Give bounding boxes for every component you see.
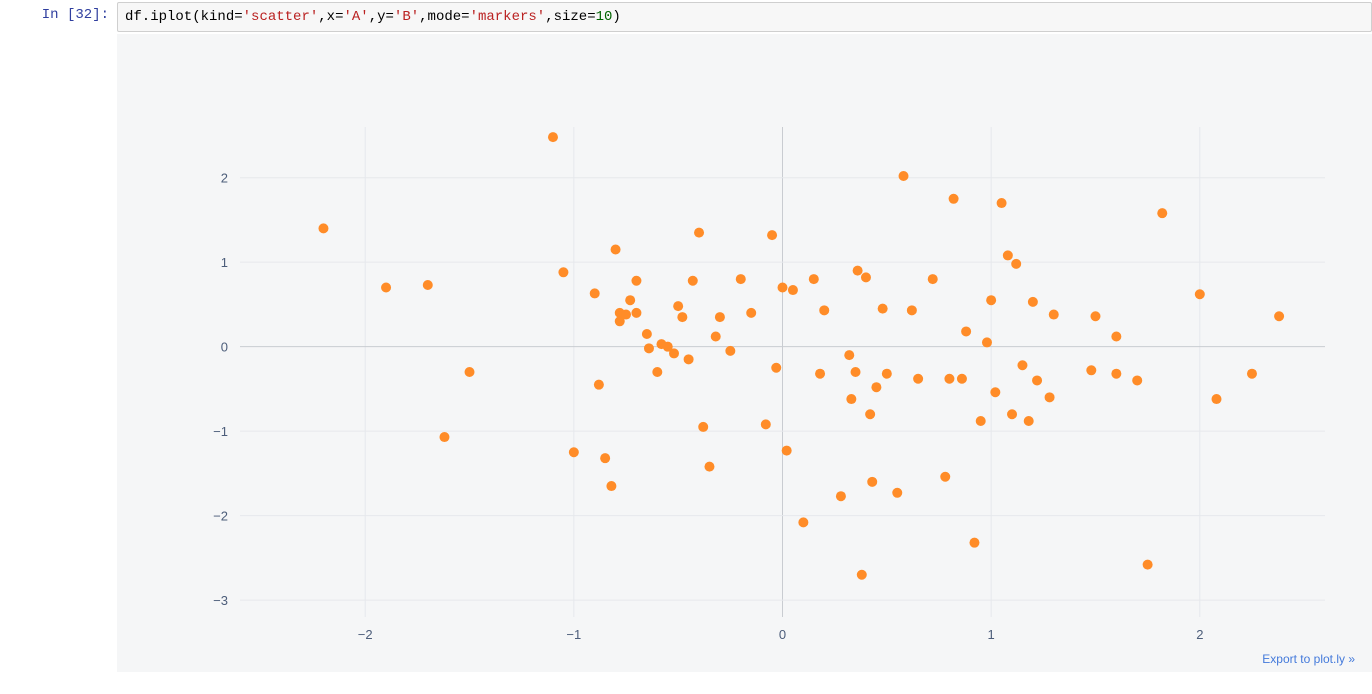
svg-text:2: 2 — [221, 171, 228, 186]
svg-text:1: 1 — [221, 255, 228, 270]
svg-text:2: 2 — [1196, 627, 1203, 642]
svg-text:−2: −2 — [213, 509, 228, 524]
svg-text:−3: −3 — [213, 593, 228, 608]
code-cell: In [32]: df.iplot(kind='scatter',x='A',y… — [0, 0, 1372, 34]
svg-text:1: 1 — [988, 627, 995, 642]
code-method: df.iplot — [125, 9, 192, 25]
svg-text:−2: −2 — [358, 627, 373, 642]
svg-text:0: 0 — [779, 627, 786, 642]
svg-text:−1: −1 — [213, 424, 228, 439]
output-prompt — [9, 34, 117, 672]
export-plotly-link[interactable]: Export to plot.ly » — [1262, 652, 1355, 666]
svg-text:−1: −1 — [566, 627, 581, 642]
plot-output: −2 −1 0 1 2 −3 −2 −1 0 1 2 Export to plot.ly » — [117, 34, 1372, 672]
input-prompt: In [32]: — [9, 2, 117, 32]
code-input[interactable]: df.iplot(kind='scatter',x='A',y='B',mode… — [117, 2, 1372, 32]
output-row: −2 −1 0 1 2 −3 −2 −1 0 1 2 Export to plot.ly » — [0, 34, 1372, 672]
scatter-plot[interactable]: −2 −1 0 1 2 −3 −2 −1 0 1 2 — [135, 52, 1355, 662]
svg-text:0: 0 — [221, 340, 228, 355]
